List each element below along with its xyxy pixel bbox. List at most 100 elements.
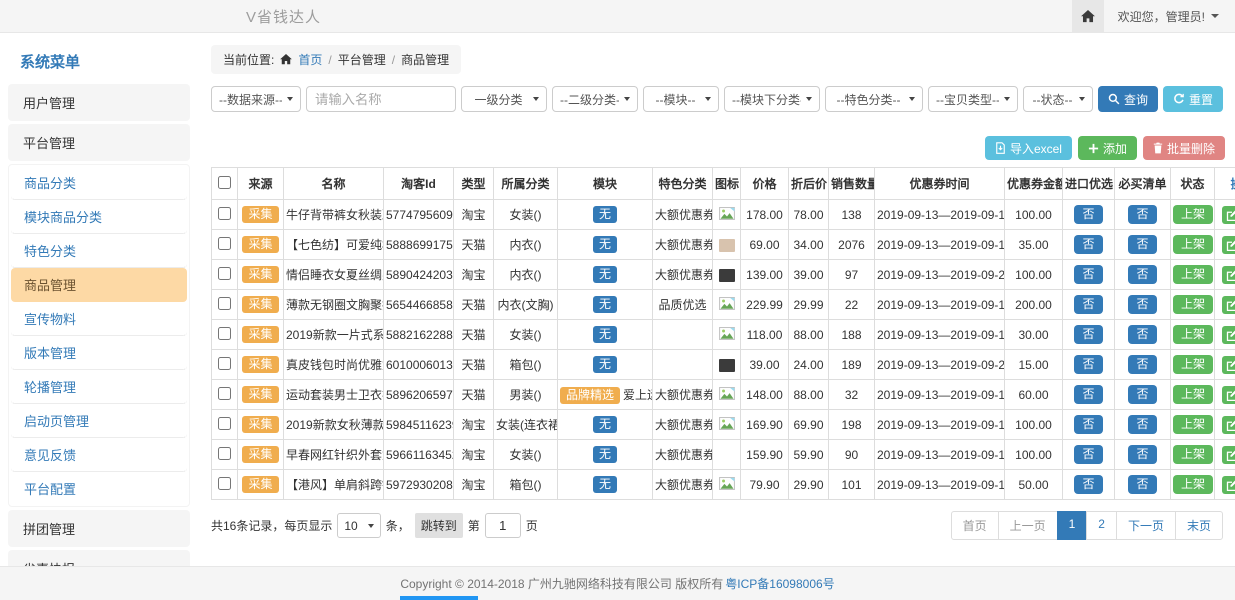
status-toggle[interactable]: 上架 <box>1173 295 1213 314</box>
must-buy-toggle[interactable]: 否 <box>1128 295 1156 314</box>
page-button-1[interactable]: 1 <box>1057 511 1088 540</box>
imported-toggle[interactable]: 否 <box>1074 475 1102 494</box>
table-row: 采集运动套装男士卫衣初秋...589620659791天猫男装()品牌精选爱上运… <box>212 380 1235 410</box>
add-button[interactable]: 添加 <box>1078 136 1137 160</box>
row-checkbox[interactable] <box>218 447 231 460</box>
must-buy-toggle[interactable]: 否 <box>1128 385 1156 404</box>
sidebar-item-意见反馈[interactable]: 意见反馈 <box>11 438 187 472</box>
sidebar-item-模块商品分类[interactable]: 模块商品分类 <box>11 200 187 234</box>
sidebar-item-启动页管理[interactable]: 启动页管理 <box>11 404 187 438</box>
edit-button[interactable] <box>1222 416 1235 434</box>
imported-toggle[interactable]: 否 <box>1074 415 1102 434</box>
sales-cell: 22 <box>829 290 875 320</box>
status-toggle[interactable]: 上架 <box>1173 325 1213 344</box>
must-buy-toggle[interactable]: 否 <box>1128 205 1156 224</box>
page-size-select[interactable]: 10 <box>337 513 380 538</box>
breadcrumb-home-link[interactable]: 首页 <box>298 51 322 68</box>
row-checkbox[interactable] <box>218 357 231 370</box>
row-checkbox[interactable] <box>218 477 231 490</box>
jump-button[interactable]: 跳转到 <box>415 513 463 538</box>
filter-select-4[interactable]: --模块-- <box>643 86 719 112</box>
edit-button[interactable] <box>1222 266 1235 284</box>
must-buy-toggle[interactable]: 否 <box>1128 475 1156 494</box>
imported-toggle[interactable]: 否 <box>1074 235 1102 254</box>
row-checkbox[interactable] <box>218 207 231 220</box>
status-toggle[interactable]: 上架 <box>1173 385 1213 404</box>
status-toggle[interactable]: 上架 <box>1173 355 1213 374</box>
edit-button[interactable] <box>1222 296 1235 314</box>
home-button[interactable] <box>1072 0 1104 32</box>
filter-select-0[interactable]: --数据来源-- <box>211 86 301 112</box>
imported-toggle[interactable]: 否 <box>1074 445 1102 464</box>
jump-page-input[interactable] <box>485 513 521 538</box>
product-category: 女装(连衣裙) <box>496 418 558 432</box>
sidebar-item-平台配置[interactable]: 平台配置 <box>11 472 187 505</box>
edit-button[interactable] <box>1222 206 1235 224</box>
sidebar-item-特色分类[interactable]: 特色分类 <box>11 234 187 268</box>
page-button-上一页[interactable]: 上一页 <box>998 511 1058 540</box>
row-checkbox[interactable] <box>218 417 231 430</box>
search-button[interactable]: 查询 <box>1098 86 1158 112</box>
status-toggle[interactable]: 上架 <box>1173 205 1213 224</box>
page-button-下一页[interactable]: 下一页 <box>1116 511 1176 540</box>
page-button-首页[interactable]: 首页 <box>951 511 999 540</box>
sidebar-item-宣传物料[interactable]: 宣传物料 <box>11 302 187 336</box>
must-buy-toggle[interactable]: 否 <box>1128 265 1156 284</box>
sidebar-item-用户管理[interactable]: 用户管理 <box>8 84 190 121</box>
must-buy-toggle[interactable]: 否 <box>1128 445 1156 464</box>
row-checkbox[interactable] <box>218 387 231 400</box>
must-buy-toggle[interactable]: 否 <box>1128 355 1156 374</box>
sales-count: 188 <box>841 328 861 342</box>
filter-select-2[interactable]: 一级分类 <box>461 86 547 112</box>
sales-count: 2076 <box>838 238 865 252</box>
sidebar-item-商品分类[interactable]: 商品分类 <box>11 166 187 200</box>
filter-select-3[interactable]: --二级分类-- <box>552 86 638 112</box>
sidebar-item-拼团管理[interactable]: 拼团管理 <box>8 510 190 547</box>
imported-toggle[interactable]: 否 <box>1074 295 1102 314</box>
filter-select-8[interactable]: --状态-- <box>1023 86 1093 112</box>
batch-delete-button[interactable]: 批量删除 <box>1143 136 1225 160</box>
filter-select-6[interactable]: --特色分类-- <box>825 86 923 112</box>
row-checkbox[interactable] <box>218 267 231 280</box>
row-checkbox[interactable] <box>218 297 231 310</box>
imported-toggle[interactable]: 否 <box>1074 385 1102 404</box>
product-type: 淘宝 <box>461 208 485 222</box>
imported-toggle[interactable]: 否 <box>1074 265 1102 284</box>
row-checkbox[interactable] <box>218 327 231 340</box>
import-excel-button[interactable]: 导入excel <box>985 136 1072 160</box>
edit-button[interactable] <box>1222 326 1235 344</box>
filter-select-7[interactable]: --宝贝类型-- <box>928 86 1018 112</box>
row-checkbox[interactable] <box>218 237 231 250</box>
must-buy-toggle[interactable]: 否 <box>1128 235 1156 254</box>
module-badge: 无 <box>593 236 617 253</box>
status-toggle[interactable]: 上架 <box>1173 445 1213 464</box>
sidebar-item-轮播管理[interactable]: 轮播管理 <box>11 370 187 404</box>
page-button-2[interactable]: 2 <box>1086 511 1117 540</box>
imported-toggle[interactable]: 否 <box>1074 355 1102 374</box>
imported-toggle[interactable]: 否 <box>1074 325 1102 344</box>
status-toggle[interactable]: 上架 <box>1173 235 1213 254</box>
edit-button[interactable] <box>1222 236 1235 254</box>
row-select-cell <box>212 260 238 290</box>
must-buy-toggle[interactable]: 否 <box>1128 415 1156 434</box>
filter-select-5[interactable]: --模块下分类-- <box>724 86 820 112</box>
reset-button[interactable]: 重置 <box>1163 86 1223 112</box>
name-search-input[interactable] <box>306 86 456 112</box>
status-toggle[interactable]: 上架 <box>1173 265 1213 284</box>
edit-button[interactable] <box>1222 356 1235 374</box>
must-buy-toggle[interactable]: 否 <box>1128 325 1156 344</box>
sidebar-item-平台管理[interactable]: 平台管理 <box>8 124 190 161</box>
imported-toggle[interactable]: 否 <box>1074 205 1102 224</box>
status-toggle[interactable]: 上架 <box>1173 475 1213 494</box>
user-menu[interactable]: 欢迎您，管理员! <box>1104 8 1235 25</box>
price-cell: 39.00 <box>741 350 789 380</box>
select-all-checkbox[interactable] <box>218 176 231 189</box>
sidebar-item-商品管理[interactable]: 商品管理 <box>11 268 187 302</box>
icp-link[interactable]: 粤ICP备16098006号 <box>725 575 834 592</box>
edit-button[interactable] <box>1222 446 1235 464</box>
edit-button[interactable] <box>1222 386 1235 404</box>
sidebar-item-版本管理[interactable]: 版本管理 <box>11 336 187 370</box>
status-toggle[interactable]: 上架 <box>1173 415 1213 434</box>
edit-button[interactable] <box>1222 476 1235 494</box>
page-button-末页[interactable]: 末页 <box>1175 511 1223 540</box>
